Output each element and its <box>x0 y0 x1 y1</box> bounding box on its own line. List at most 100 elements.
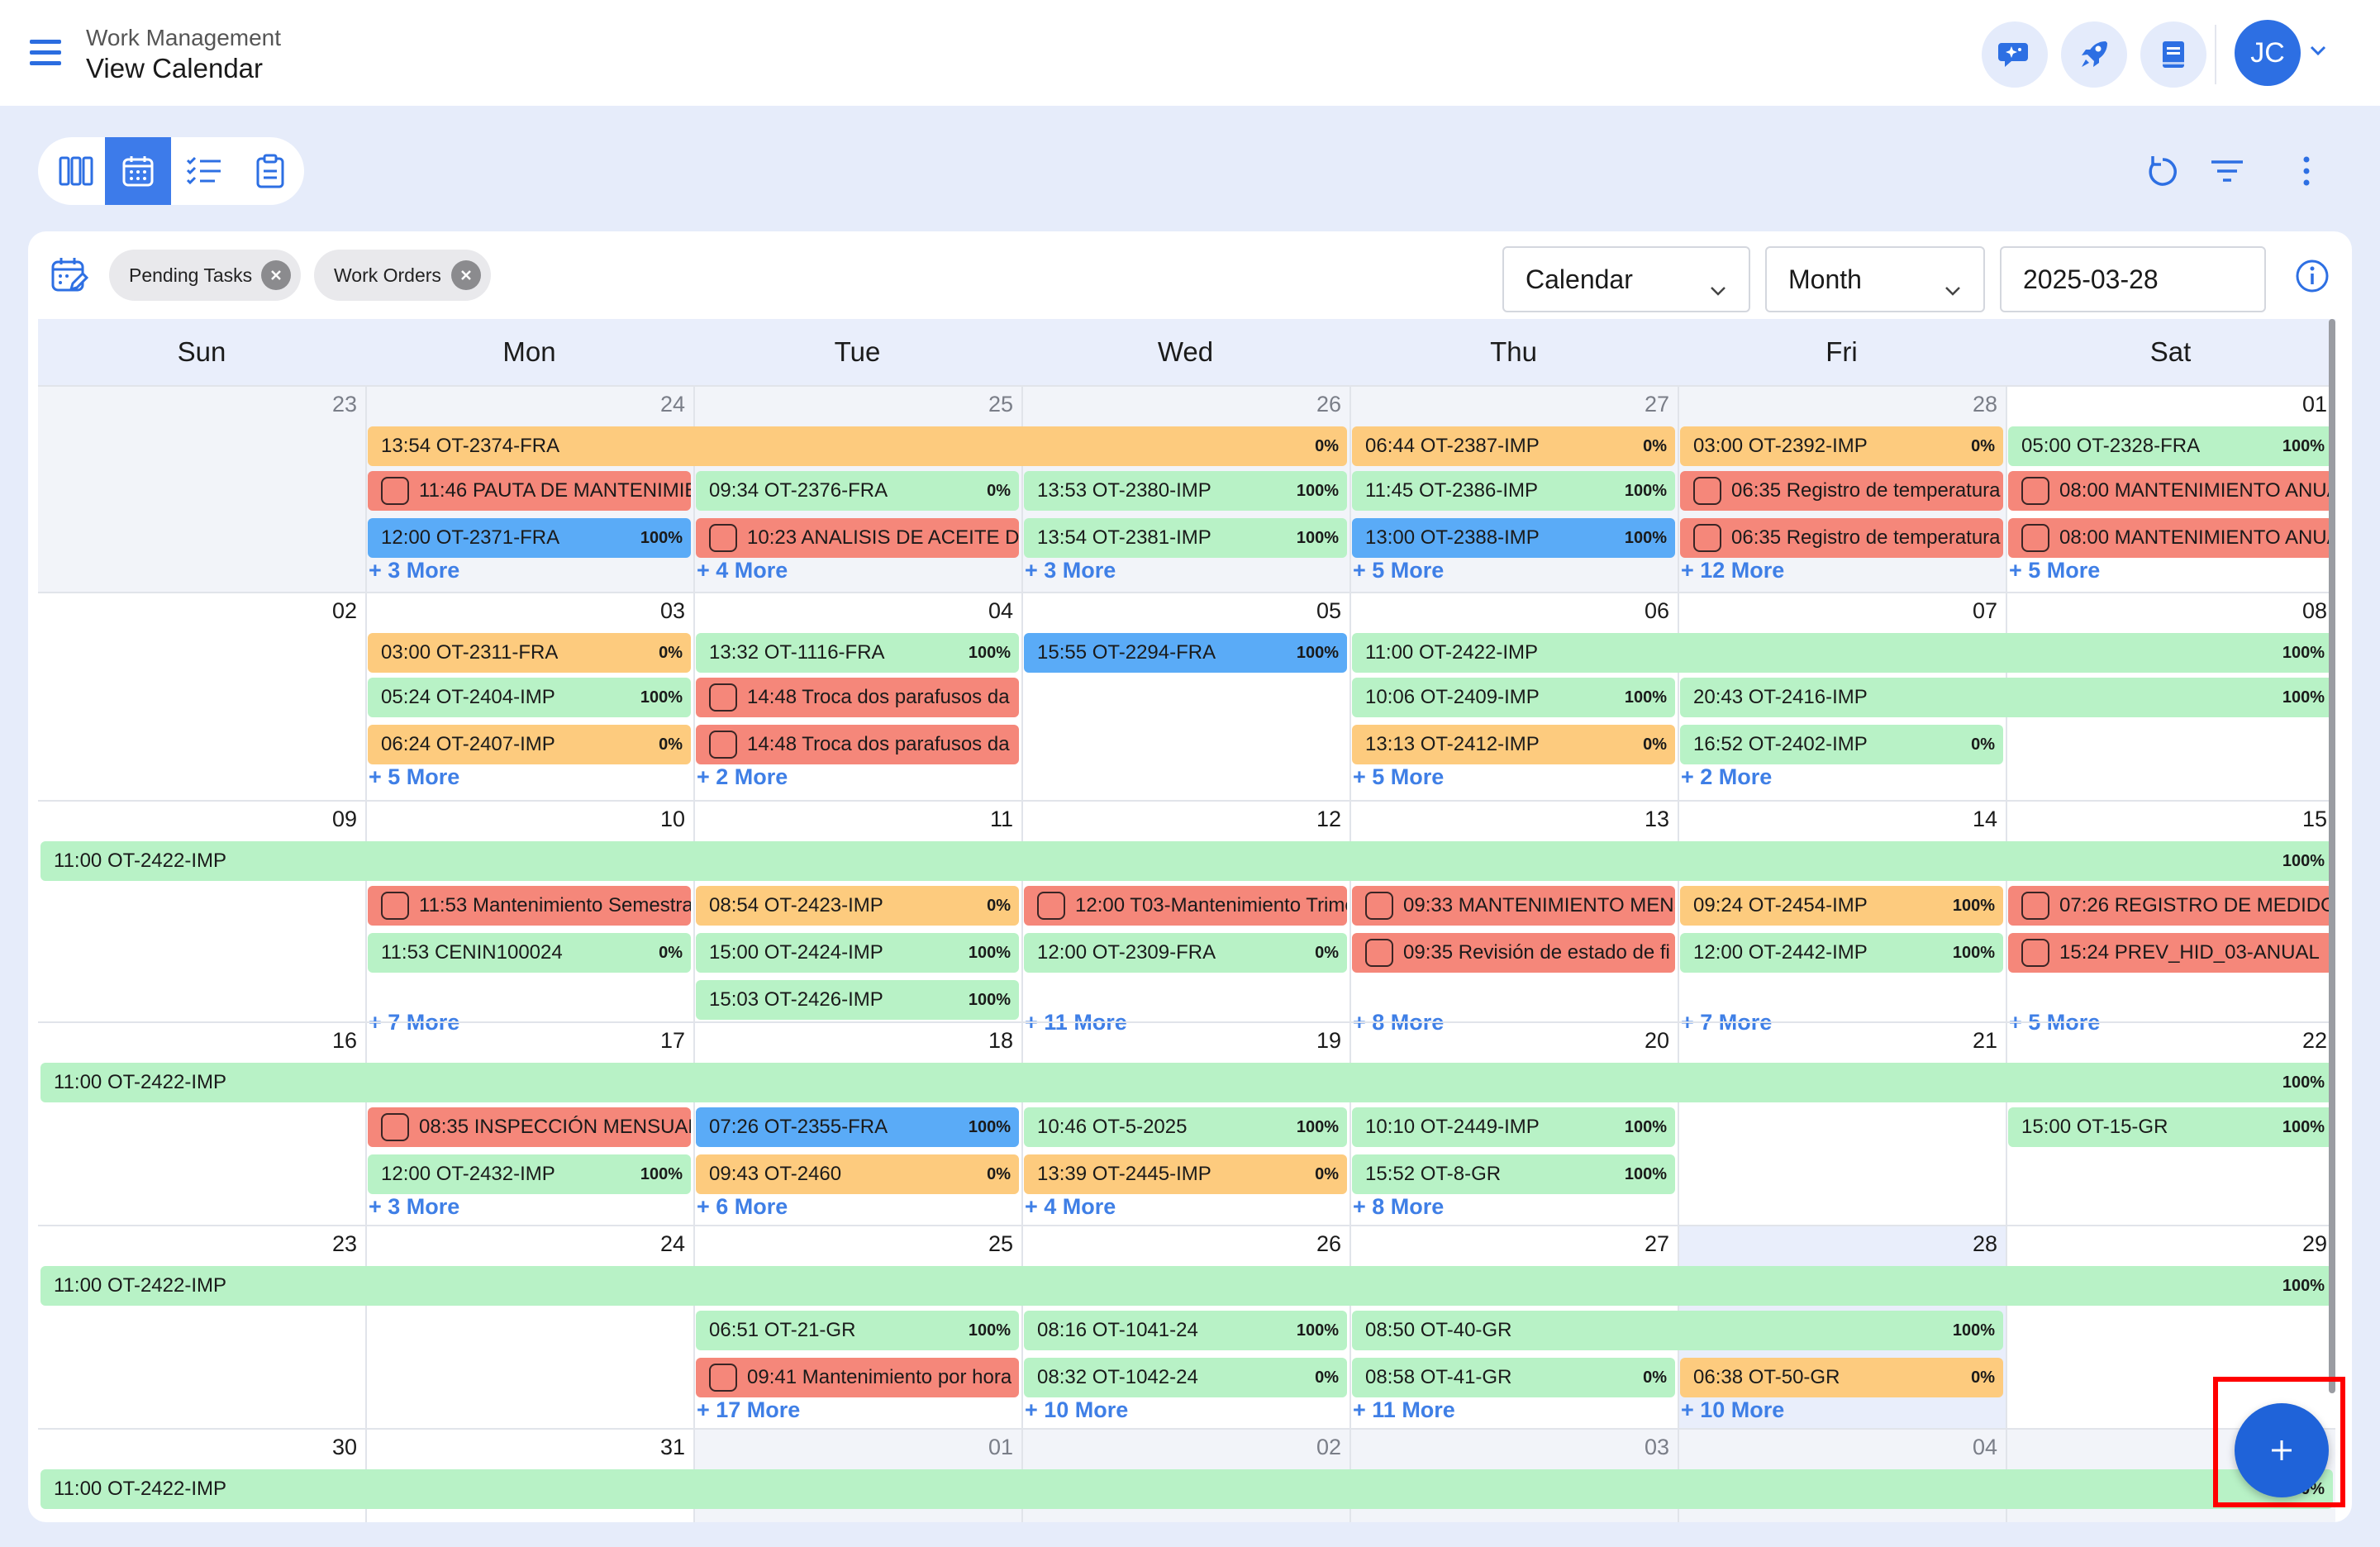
work-order-event[interactable]: 08:50 OT-40-GR 100% <box>1352 1311 2003 1350</box>
date-input[interactable]: 2025-03-28 <box>2000 246 2266 312</box>
day-number[interactable]: 27 <box>1645 1231 1669 1257</box>
day-number[interactable]: 10 <box>660 807 685 832</box>
work-order-event[interactable]: 13:54 OT-2374-FRA 0% <box>368 426 1347 466</box>
day-number[interactable]: 04 <box>988 598 1013 624</box>
task-event[interactable]: 14:48 Troca dos parafusos da <box>696 678 1019 717</box>
day-number[interactable]: 26 <box>1316 1231 1341 1257</box>
work-order-event[interactable]: 12:00 OT-2371-FRA 100% <box>368 518 691 558</box>
day-number[interactable]: 04 <box>1973 1435 1997 1460</box>
work-order-event[interactable]: 15:52 OT-8-GR 100% <box>1352 1154 1675 1194</box>
day-cell[interactable]: 02 <box>38 593 365 800</box>
day-cell[interactable]: 16 <box>38 1023 365 1225</box>
work-order-event[interactable]: 11:00 OT-2422-IMP100% <box>40 841 2333 881</box>
work-order-event[interactable]: 12:00 OT-2432-IMP 100% <box>368 1154 691 1194</box>
day-number[interactable]: 03 <box>660 598 685 624</box>
work-order-event[interactable]: 13:53 OT-2380-IMP 100% <box>1024 471 1347 511</box>
work-order-event[interactable]: 15:00 OT-15-GR 100% <box>2008 1107 2333 1147</box>
work-order-event[interactable]: 08:54 OT-2423-IMP 0% <box>696 886 1019 926</box>
checkbox-icon[interactable] <box>1365 892 1393 920</box>
day-number[interactable]: 09 <box>332 807 357 832</box>
checkbox-icon[interactable] <box>2021 524 2049 552</box>
more-link[interactable]: + 11 More <box>1353 1397 1455 1423</box>
day-number[interactable]: 31 <box>660 1435 685 1460</box>
day-number[interactable]: 07 <box>1973 598 1997 624</box>
day-number[interactable]: 29 <box>2302 1231 2327 1257</box>
day-cell[interactable]: 05 <box>1021 593 1349 800</box>
checkbox-icon[interactable] <box>709 731 737 759</box>
close-icon[interactable] <box>451 260 481 290</box>
day-number[interactable]: 23 <box>332 1231 357 1257</box>
work-order-event[interactable]: 20:43 OT-2416-IMP 100% <box>1680 678 2333 717</box>
day-number[interactable]: 25 <box>988 1231 1013 1257</box>
task-event[interactable]: 11:46 PAUTA DE MANTENIMIENTO <box>368 471 691 511</box>
day-number[interactable]: 28 <box>1973 1231 1997 1257</box>
day-number[interactable]: 15 <box>2302 807 2327 832</box>
task-event[interactable]: 06:35 Registro de temperatura <box>1680 471 2003 511</box>
checkbox-icon[interactable] <box>381 477 409 505</box>
day-number[interactable]: 20 <box>1645 1028 1669 1054</box>
checkbox-icon[interactable] <box>1693 477 1721 505</box>
task-event[interactable]: 08:00 MANTENIMIENTO ANUAL <box>2008 471 2333 511</box>
day-number[interactable]: 30 <box>332 1435 357 1460</box>
columns-view-icon[interactable] <box>43 137 109 205</box>
book-icon[interactable] <box>2140 21 2206 88</box>
work-order-event[interactable]: 11:00 OT-2422-IMP100% <box>40 1469 2333 1509</box>
work-order-event[interactable]: 12:00 OT-2309-FRA 0% <box>1024 933 1347 973</box>
more-link[interactable]: + 4 More <box>697 558 788 583</box>
more-link[interactable]: + 2 More <box>1681 764 1772 790</box>
task-event[interactable]: 15:24 PREV_HID_03-ANUAL <box>2008 933 2333 973</box>
more-link[interactable]: + 8 More <box>1353 1194 1444 1220</box>
work-order-event[interactable]: 16:52 OT-2402-IMP 0% <box>1680 725 2003 764</box>
day-number[interactable]: 13 <box>1645 807 1669 832</box>
work-order-event[interactable]: 08:32 OT-1042-24 0% <box>1024 1358 1347 1397</box>
checkbox-icon[interactable] <box>381 1113 409 1141</box>
more-link[interactable]: + 5 More <box>2009 558 2100 583</box>
day-number[interactable]: 22 <box>2302 1028 2327 1054</box>
day-number[interactable]: 25 <box>988 392 1013 417</box>
day-cell[interactable]: 24 <box>365 1226 693 1428</box>
work-order-event[interactable]: 12:00 OT-2442-IMP 100% <box>1680 933 2003 973</box>
day-cell[interactable]: 09 <box>38 802 365 1021</box>
rocket-icon[interactable] <box>2061 21 2127 88</box>
calendar-mode-select[interactable]: Calendar <box>1502 246 1750 312</box>
work-order-event[interactable]: 09:34 OT-2376-FRA 0% <box>696 471 1019 511</box>
more-link[interactable]: + 5 More <box>369 764 459 790</box>
work-order-event[interactable]: 10:10 OT-2449-IMP 100% <box>1352 1107 1675 1147</box>
more-link[interactable]: + 10 More <box>1681 1397 1784 1423</box>
more-link[interactable]: + 10 More <box>1025 1397 1128 1423</box>
checkbox-icon[interactable] <box>381 892 409 920</box>
task-event[interactable]: 09:33 MANTENIMIENTO MENSUAL <box>1352 886 1675 926</box>
calendar-view-icon[interactable] <box>105 137 171 205</box>
task-event[interactable]: 09:41 Mantenimiento por hora <box>696 1358 1019 1397</box>
more-link[interactable]: + 12 More <box>1681 558 1784 583</box>
task-event[interactable]: 14:48 Troca dos parafusos da <box>696 725 1019 764</box>
day-number[interactable]: 05 <box>1316 598 1341 624</box>
day-number[interactable]: 26 <box>1316 392 1341 417</box>
day-number[interactable]: 02 <box>1316 1435 1341 1460</box>
checkbox-icon[interactable] <box>709 683 737 712</box>
day-number[interactable]: 06 <box>1645 598 1669 624</box>
task-event[interactable]: 06:35 Registro de temperatura <box>1680 518 2003 558</box>
more-link[interactable]: + 3 More <box>369 1194 459 1220</box>
day-number[interactable]: 03 <box>1645 1435 1669 1460</box>
task-event[interactable]: 08:35 INSPECCIÓN MENSUAL <box>368 1107 691 1147</box>
more-link[interactable]: + 17 More <box>697 1397 800 1423</box>
day-cell[interactable]: 23 <box>38 387 365 592</box>
work-order-event[interactable]: 10:46 OT-5-2025 100% <box>1024 1107 1347 1147</box>
work-order-event[interactable]: 13:13 OT-2412-IMP 0% <box>1352 725 1675 764</box>
work-order-event[interactable]: 11:45 OT-2386-IMP 100% <box>1352 471 1675 511</box>
work-order-event[interactable]: 03:00 OT-2392-IMP 0% <box>1680 426 2003 466</box>
work-order-event[interactable]: 15:03 OT-2426-IMP 100% <box>696 980 1019 1020</box>
chevron-down-icon[interactable] <box>2309 45 2327 60</box>
work-order-event[interactable]: 06:38 OT-50-GR 0% <box>1680 1358 2003 1397</box>
more-link[interactable]: + 5 More <box>1353 764 1444 790</box>
work-order-event[interactable]: 06:51 OT-21-GR 100% <box>696 1311 1019 1350</box>
work-order-event[interactable]: 15:00 OT-2424-IMP 100% <box>696 933 1019 973</box>
day-number[interactable]: 01 <box>2302 392 2327 417</box>
checkbox-icon[interactable] <box>2021 939 2049 967</box>
checkbox-icon[interactable] <box>2021 477 2049 505</box>
task-event[interactable]: 09:35 Revisión de estado de fi <box>1352 933 1675 973</box>
day-number[interactable]: 02 <box>332 598 357 624</box>
work-order-event[interactable]: 09:24 OT-2454-IMP 100% <box>1680 886 2003 926</box>
menu-icon[interactable] <box>30 40 61 66</box>
